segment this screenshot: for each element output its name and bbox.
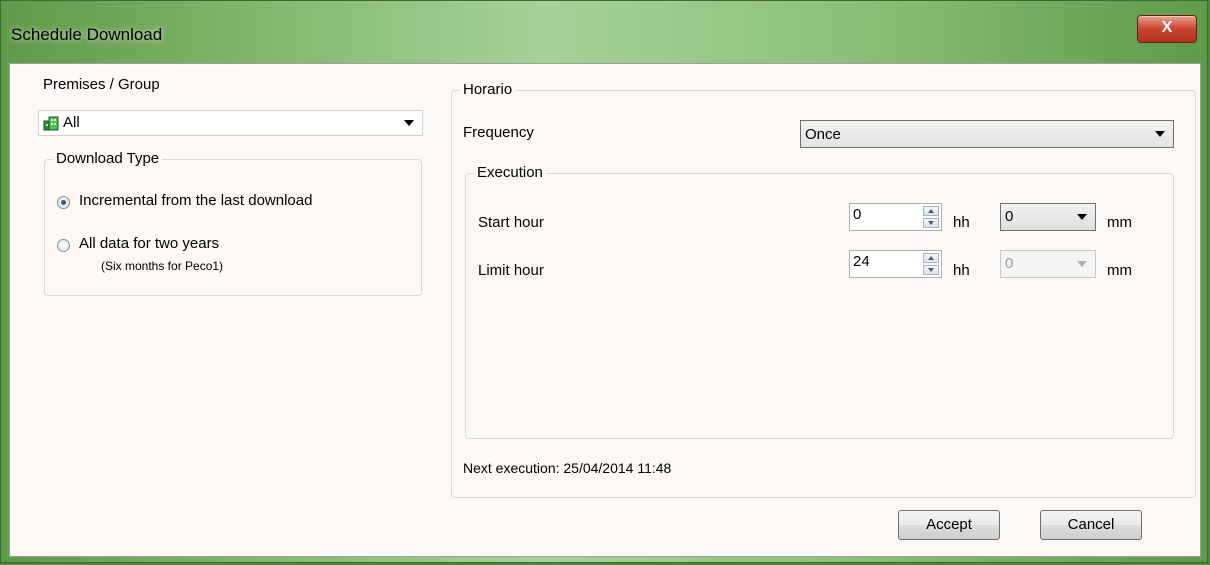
close-icon: X	[1161, 19, 1173, 36]
limit-hour-spin-buttons	[923, 253, 939, 275]
accept-button[interactable]: Accept	[898, 510, 1000, 540]
limit-hour-stepper[interactable]: 24	[849, 250, 942, 278]
premises-group-value: All	[63, 114, 80, 131]
frequency-value: Once	[805, 126, 841, 143]
horario-group: Horario Frequency Once Execution Start h…	[451, 81, 1196, 498]
spin-up-button[interactable]	[923, 253, 939, 263]
frequency-select[interactable]: Once	[800, 120, 1174, 148]
premises-group-select[interactable]: All	[38, 110, 423, 136]
radio-all-data[interactable]	[57, 239, 70, 252]
radio-all-data-note: (Six months for Peco1)	[101, 259, 224, 273]
limit-hour-label: Limit hour	[478, 262, 544, 279]
limit-hh-label: hh	[953, 262, 970, 279]
start-mm-label: mm	[1107, 214, 1132, 231]
title-bar[interactable]: Schedule Download X	[1, 1, 1207, 63]
limit-hour-value: 24	[853, 253, 870, 270]
start-hour-label: Start hour	[478, 214, 544, 231]
dialog-client-area: Premises / Group All Download Type Incre…	[9, 63, 1201, 557]
limit-minute-select: 0	[1000, 250, 1096, 278]
chevron-down-icon	[1077, 261, 1087, 267]
arrow-down-icon	[928, 221, 934, 225]
spin-up-button[interactable]	[923, 206, 939, 216]
frequency-label: Frequency	[463, 124, 534, 141]
arrow-down-icon	[928, 268, 934, 272]
download-type-group: Download Type Incremental from the last …	[44, 150, 422, 296]
arrow-up-icon	[928, 256, 934, 260]
limit-mm-label: mm	[1107, 262, 1132, 279]
arrow-up-icon	[928, 209, 934, 213]
execution-title: Execution	[474, 164, 546, 181]
premises-group-label: Premises / Group	[43, 76, 160, 93]
chevron-down-icon	[1077, 214, 1087, 220]
limit-minute-value: 0	[1005, 255, 1014, 272]
start-hour-stepper[interactable]: 0	[849, 203, 942, 231]
start-minute-select[interactable]: 0	[1000, 203, 1096, 231]
start-hour-value: 0	[853, 206, 862, 223]
schedule-download-window: Schedule Download X Premises / Group All…	[0, 0, 1208, 563]
chevron-down-icon	[1155, 131, 1165, 137]
spin-down-button[interactable]	[923, 265, 939, 275]
window-title: Schedule Download	[11, 25, 163, 44]
buildings-icon	[43, 116, 59, 131]
start-hour-spin-buttons	[923, 206, 939, 228]
close-button[interactable]: X	[1137, 15, 1197, 43]
download-type-title: Download Type	[53, 150, 163, 167]
execution-group: Execution Start hour 0 hh 0 mm Limit hou…	[465, 164, 1174, 439]
chevron-down-icon	[404, 120, 414, 126]
radio-all-data-label[interactable]: All data for two years	[79, 235, 219, 252]
horario-title: Horario	[460, 81, 516, 98]
radio-incremental[interactable]	[57, 196, 70, 209]
spin-down-button[interactable]	[923, 218, 939, 228]
start-minute-value: 0	[1005, 208, 1014, 225]
start-hh-label: hh	[953, 214, 970, 231]
radio-incremental-label[interactable]: Incremental from the last download	[79, 192, 312, 209]
cancel-button[interactable]: Cancel	[1040, 510, 1142, 540]
next-execution-text: Next execution: 25/04/2014 11:48	[463, 460, 672, 476]
